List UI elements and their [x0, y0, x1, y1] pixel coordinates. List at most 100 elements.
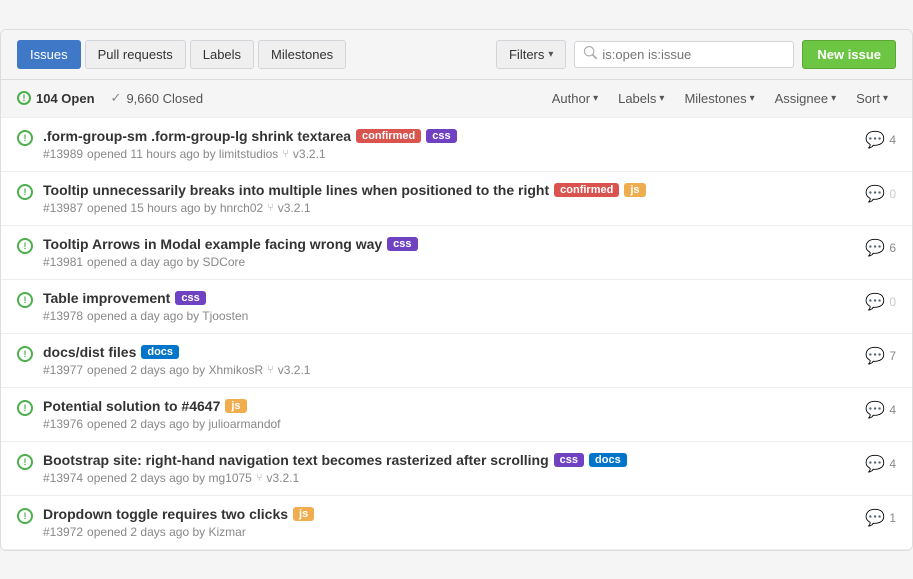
issue-title[interactable]: Bootstrap site: right-hand navigation te…	[43, 452, 549, 468]
issue-comment-col: 💬 4	[865, 452, 896, 474]
table-row: Bootstrap site: right-hand navigation te…	[1, 442, 912, 496]
comment-icon: 💬	[865, 508, 885, 528]
filters-button[interactable]: Filters ▾	[496, 40, 566, 69]
issue-title[interactable]: .form-group-sm .form-group-lg shrink tex…	[43, 128, 351, 144]
label-badge[interactable]: js	[624, 183, 645, 197]
issue-title[interactable]: Table improvement	[43, 290, 170, 306]
issue-title[interactable]: Potential solution to #4647	[43, 398, 220, 414]
open-closed-stats: 104 Open ✓ 9,660 Closed	[17, 90, 544, 106]
comment-count: 4	[889, 457, 896, 471]
issue-title[interactable]: Tooltip unnecessarily breaks into multip…	[43, 182, 549, 198]
issue-id: #13972	[43, 525, 83, 539]
issue-meta: #13976 opened 2 days ago by julioarmando…	[43, 417, 855, 431]
comment-icon: 💬	[865, 292, 885, 312]
label-badge[interactable]: js	[225, 399, 246, 413]
milestone-icon: ⑂	[282, 148, 289, 160]
label-badge[interactable]: js	[293, 507, 314, 521]
issue-open-icon	[17, 238, 33, 254]
search-wrapper	[574, 41, 794, 68]
issue-meta-text: opened 2 days ago by XhmikosR	[87, 363, 263, 377]
comment-count: 6	[889, 241, 896, 255]
filter-group: Filters ▾ New issue	[496, 40, 896, 69]
milestone-icon: ⑂	[256, 472, 263, 484]
tab-milestones[interactable]: Milestones	[258, 40, 346, 69]
issue-meta-text: opened a day ago by Tjoosten	[87, 309, 248, 323]
issue-title-row: docs/dist files docs	[43, 344, 855, 360]
issue-open-icon	[17, 130, 33, 146]
assignee-dropdown[interactable]: Assignee ▾	[767, 88, 845, 109]
comment-count: 0	[889, 295, 896, 309]
label-badge[interactable]: css	[387, 237, 417, 251]
tab-labels[interactable]: Labels	[190, 40, 254, 69]
milestone-text: v3.2.1	[278, 201, 311, 215]
new-issue-button[interactable]: New issue	[802, 40, 896, 69]
issue-icon-col	[17, 290, 33, 308]
caret-icon: ▾	[548, 49, 553, 60]
label-badge[interactable]: css	[426, 129, 456, 143]
issue-meta: #13987 opened 15 hours ago by hnrch02 ⑂ …	[43, 201, 855, 215]
issue-open-icon	[17, 454, 33, 470]
issue-title-row: Potential solution to #4647 js	[43, 398, 855, 414]
issue-meta-text: opened 2 days ago by julioarmandof	[87, 417, 280, 431]
author-dropdown[interactable]: Author ▾	[544, 88, 606, 109]
open-count: 104 Open	[36, 91, 95, 106]
label-badge[interactable]: confirmed	[356, 129, 421, 143]
issue-comment-col: 💬 1	[865, 506, 896, 528]
issue-title[interactable]: Tooltip Arrows in Modal example facing w…	[43, 236, 382, 252]
issue-comment-col: 💬 7	[865, 344, 896, 366]
label-badge[interactable]: css	[175, 291, 205, 305]
issue-meta: #13981 opened a day ago by SDCore	[43, 255, 855, 269]
table-row: Table improvement css #13978 opened a da…	[1, 280, 912, 334]
issue-open-icon	[17, 346, 33, 362]
label-badge[interactable]: docs	[589, 453, 627, 467]
comment-count: 4	[889, 403, 896, 417]
caret-icon: ▾	[750, 93, 755, 104]
issue-content: Tooltip Arrows in Modal example facing w…	[43, 236, 855, 269]
closed-count: 9,660 Closed	[126, 91, 203, 106]
open-icon	[17, 91, 31, 105]
issue-title-row: Tooltip unnecessarily breaks into multip…	[43, 182, 855, 198]
issue-id: #13978	[43, 309, 83, 323]
check-icon: ✓	[111, 90, 122, 106]
issue-meta: #13989 opened 11 hours ago by limitstudi…	[43, 147, 855, 161]
issue-icon-col	[17, 452, 33, 470]
issue-icon-col	[17, 128, 33, 146]
comment-count: 0	[889, 187, 896, 201]
label-badge[interactable]: confirmed	[554, 183, 619, 197]
labels-dropdown[interactable]: Labels ▾	[610, 88, 672, 109]
tab-issues[interactable]: Issues	[17, 40, 81, 69]
tab-pull-requests[interactable]: Pull requests	[85, 40, 186, 69]
milestones-dropdown[interactable]: Milestones ▾	[676, 88, 762, 109]
table-row: Tooltip unnecessarily breaks into multip…	[1, 172, 912, 226]
issue-title[interactable]: docs/dist files	[43, 344, 136, 360]
issue-open-icon	[17, 184, 33, 200]
issue-meta-text: opened 15 hours ago by hnrch02	[87, 201, 263, 215]
label-badge[interactable]: docs	[141, 345, 179, 359]
sub-header: 104 Open ✓ 9,660 Closed Author ▾ Labels …	[1, 80, 912, 118]
comment-icon: 💬	[865, 400, 885, 420]
issue-meta: #13978 opened a day ago by Tjoosten	[43, 309, 855, 323]
label-badge[interactable]: css	[554, 453, 584, 467]
issue-content: Table improvement css #13978 opened a da…	[43, 290, 855, 323]
caret-icon: ▾	[831, 93, 836, 104]
issue-id: #13987	[43, 201, 83, 215]
table-row: .form-group-sm .form-group-lg shrink tex…	[1, 118, 912, 172]
issue-content: Tooltip unnecessarily breaks into multip…	[43, 182, 855, 215]
search-icon	[583, 46, 597, 63]
comment-count: 7	[889, 349, 896, 363]
caret-icon: ▾	[659, 93, 664, 104]
table-row: Potential solution to #4647 js #13976 op…	[1, 388, 912, 442]
search-input[interactable]	[602, 47, 785, 62]
issue-meta-text: opened 11 hours ago by limitstudios	[87, 147, 278, 161]
issue-title[interactable]: Dropdown toggle requires two clicks	[43, 506, 288, 522]
issue-meta-text: opened 2 days ago by Kizmar	[87, 525, 246, 539]
issue-content: Potential solution to #4647 js #13976 op…	[43, 398, 855, 431]
issue-open-icon	[17, 292, 33, 308]
issue-icon-col	[17, 506, 33, 524]
caret-icon: ▾	[883, 93, 888, 104]
issue-title-row: Dropdown toggle requires two clicks js	[43, 506, 855, 522]
issue-id: #13989	[43, 147, 83, 161]
issue-content: docs/dist files docs #13977 opened 2 day…	[43, 344, 855, 377]
sort-dropdown[interactable]: Sort ▾	[848, 88, 896, 109]
issue-id: #13976	[43, 417, 83, 431]
